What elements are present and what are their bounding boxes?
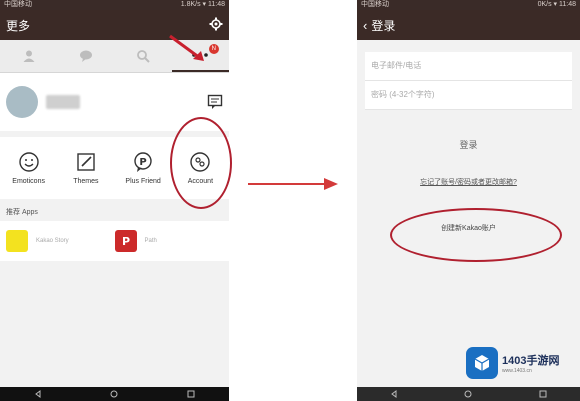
plus-friend-icon: P — [134, 152, 152, 172]
person-icon — [23, 50, 35, 62]
back-chevron-icon[interactable]: ‹ — [363, 18, 367, 33]
status-bar: 中国移动 1.8K/s ▾ 11:48 — [0, 0, 229, 10]
tab-search[interactable] — [115, 40, 172, 72]
transition-arrow-icon — [248, 178, 338, 190]
svg-text:P: P — [121, 235, 129, 248]
settings-gear-icon[interactable] — [209, 17, 223, 34]
app-label: Kakao Story — [36, 238, 69, 244]
app-label: Path — [144, 238, 157, 244]
grid-item-emoticons[interactable]: Emoticons — [0, 137, 57, 199]
annotation-circle-account — [170, 117, 232, 209]
title-bar: ‹ 登录 — [357, 10, 580, 40]
pinterest-icon: P — [114, 230, 137, 252]
recents-icon[interactable] — [539, 390, 547, 398]
grid-label: Emoticons — [12, 178, 45, 185]
avatar — [6, 86, 38, 118]
page-title: 登录 — [371, 18, 396, 33]
right-phone-screen: 中国移动 0K/s ▾ 11:48 ‹ 登录 电子邮件/电话 密码 (4-32个… — [357, 0, 580, 401]
recents-icon[interactable] — [187, 390, 195, 398]
profile-name-blurred — [46, 95, 80, 109]
notice-icon[interactable] — [207, 94, 223, 110]
grid-label: Plus Friend — [125, 178, 161, 185]
cube-logo-icon — [466, 347, 498, 379]
new-badge: N — [208, 44, 219, 54]
recommended-apps: Kakao Story P Path — [0, 221, 229, 261]
watermark-title: 1403手游网 — [502, 355, 560, 367]
tab-chats[interactable] — [57, 40, 114, 72]
tab-friends[interactable] — [0, 40, 57, 72]
page-title: 更多 — [6, 18, 31, 33]
back-icon[interactable] — [390, 390, 398, 398]
app-kakao-story[interactable]: Kakao Story — [6, 230, 115, 252]
watermark-url: www.1403.cn — [502, 368, 532, 374]
grid-item-themes[interactable]: Themes — [57, 137, 114, 199]
password-field[interactable]: 密码 (4-32个字符) — [365, 81, 572, 110]
smiley-icon — [18, 152, 39, 172]
status-carrier: 中国移动 — [361, 1, 389, 8]
grid-item-plus-friend[interactable]: P Plus Friend — [115, 137, 172, 199]
kakao-story-icon — [6, 230, 28, 252]
brush-icon — [77, 153, 95, 171]
android-nav-bar — [357, 387, 580, 401]
chat-bubble-icon — [79, 50, 92, 62]
home-icon[interactable] — [110, 390, 118, 398]
login-form: 电子邮件/电话 密码 (4-32个字符) — [365, 52, 572, 110]
android-nav-bar — [0, 387, 229, 401]
status-right: 1.8K/s ▾ 11:48 — [180, 1, 225, 8]
login-button[interactable]: 登录 — [357, 138, 580, 151]
status-right: 0K/s ▾ 11:48 — [537, 1, 576, 8]
grid-label: Themes — [73, 178, 99, 185]
svg-text:P: P — [139, 157, 146, 168]
annotation-circle-create-account — [390, 208, 562, 262]
forgot-password-link[interactable]: 忘记了账号/密码或者更改邮箱? — [357, 177, 580, 187]
status-bar: 中国移动 0K/s ▾ 11:48 — [357, 0, 580, 10]
site-watermark: 1403手游网 www.1403.cn — [466, 343, 576, 383]
back-icon[interactable] — [34, 390, 42, 398]
app-path[interactable]: P Path — [114, 230, 224, 252]
status-carrier: 中国移动 — [4, 1, 32, 8]
annotation-arrow-more — [169, 34, 204, 61]
home-icon[interactable] — [464, 390, 472, 398]
search-icon — [137, 50, 150, 63]
email-field[interactable]: 电子邮件/电话 — [365, 52, 572, 81]
